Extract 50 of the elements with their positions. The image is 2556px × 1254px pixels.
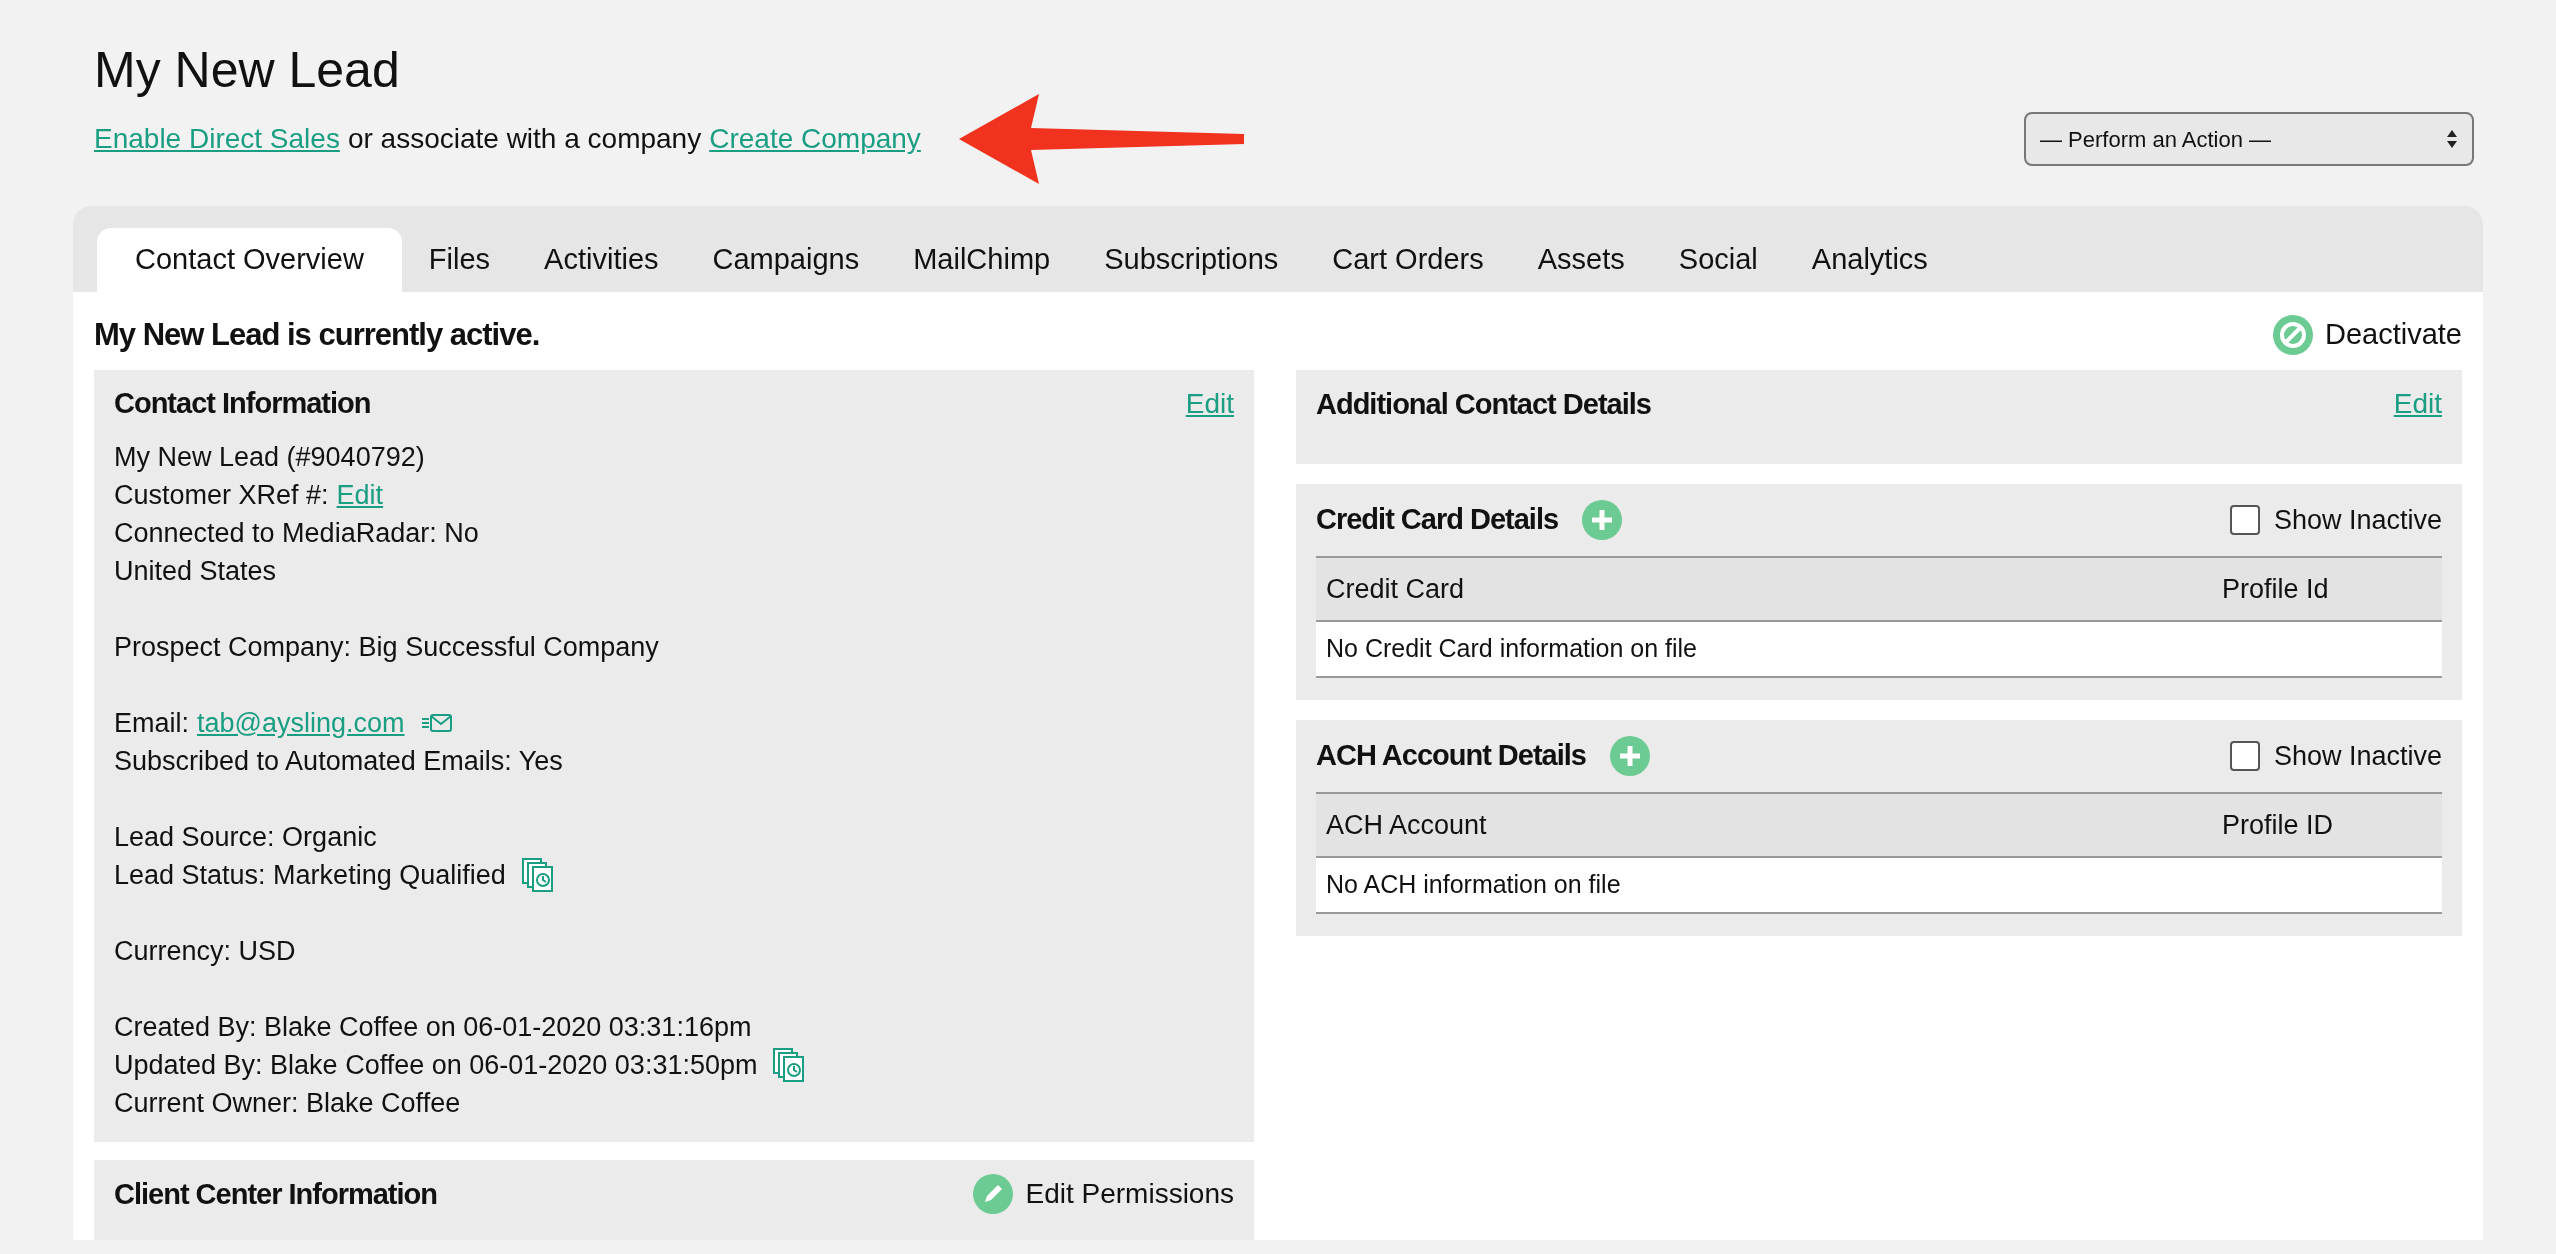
info-text: Prospect Company: Big Successful Company: [114, 630, 659, 664]
status-text: My New Lead is currently active.: [94, 315, 540, 354]
page-title: My New Lead: [94, 41, 401, 100]
info-text: Connected to MediaRadar: No: [114, 516, 479, 550]
tab[interactable]: Social: [1651, 228, 1785, 292]
tab[interactable]: Files: [401, 228, 518, 292]
info-text: Current Owner: Blake Coffee: [114, 1086, 461, 1120]
column-header: Profile Id: [2222, 572, 2330, 606]
deactivate-button[interactable]: Deactivate: [2273, 313, 2462, 357]
email-icon[interactable]: [420, 712, 453, 734]
edit-permissions-button[interactable]: Edit Permissions: [973, 1174, 1234, 1214]
info-text: Currency: USD: [114, 934, 296, 968]
column-header: ACH Account: [1326, 808, 1487, 842]
tab[interactable]: MailChimp: [886, 228, 1078, 292]
empty-message: No ACH information on file: [1326, 869, 1621, 901]
tab[interactable]: Activities: [517, 228, 686, 292]
column-header: Profile ID: [2222, 808, 2335, 842]
info-text: Updated By: Blake Coffee on 06-01-2020 03:31:50pm: [114, 1048, 758, 1082]
updown-icon: [2446, 129, 2458, 149]
tab[interactable]: Assets: [1510, 228, 1652, 292]
panel-title: Credit Card Details: [1316, 502, 1559, 538]
tab[interactable]: Cart Orders: [1305, 228, 1511, 292]
checkbox[interactable]: [2229, 741, 2260, 771]
info-text: United States: [114, 554, 277, 588]
block-icon: [2273, 315, 2313, 355]
info-text: Lead Status: Marketing Qualified: [114, 858, 506, 892]
panel-title: Additional Contact Details: [1316, 387, 1651, 422]
info-text: Created By: Blake Coffee on 06-01-2020 03:31:16pm: [114, 1010, 752, 1044]
empty-message: No Credit Card information on file: [1326, 633, 1697, 665]
info-text: Email:: [114, 706, 189, 740]
tab[interactable]: Subscriptions: [1077, 228, 1306, 292]
info-text: Customer XRef #:: [114, 478, 329, 512]
panel-title: Contact Information: [114, 386, 371, 422]
add-icon[interactable]: [1609, 736, 1650, 776]
checkbox[interactable]: [2229, 505, 2260, 535]
tab[interactable]: Analytics: [1784, 228, 1955, 292]
action-select[interactable]: — Perform an Action —: [2024, 112, 2474, 166]
add-icon[interactable]: [1582, 500, 1623, 540]
panel-title: ACH Account Details: [1316, 738, 1586, 774]
history-icon[interactable]: [521, 858, 554, 892]
history-icon[interactable]: [773, 1048, 806, 1082]
info-text: Subscribed to Automated Emails: Yes: [114, 744, 563, 778]
subtitle-text: or associate with a company: [347, 122, 702, 156]
pencil-icon: [973, 1174, 1014, 1214]
column-header: Credit Card: [1326, 572, 1465, 606]
info-text: Lead Source: Organic: [114, 820, 377, 854]
panel-title: Client Center Information: [114, 1177, 437, 1212]
info-text: My New Lead (#9040792): [114, 440, 425, 474]
tab[interactable]: Contact Overview: [97, 228, 402, 292]
tab[interactable]: Campaigns: [685, 228, 887, 292]
